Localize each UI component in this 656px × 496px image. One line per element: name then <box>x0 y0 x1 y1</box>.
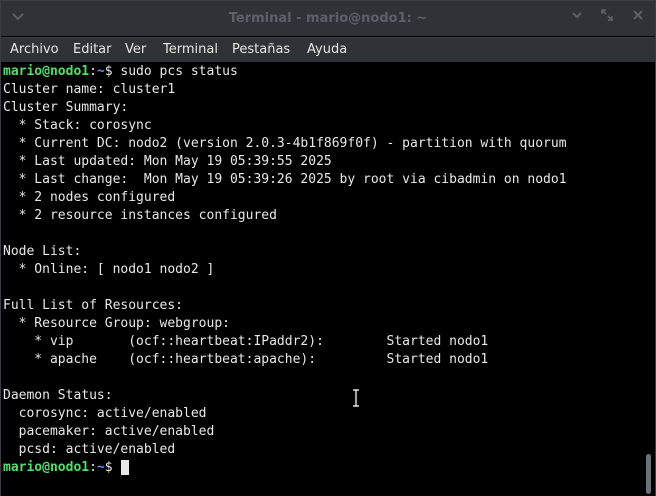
prompt-user-host: mario@nodo1 <box>3 64 90 79</box>
close-icon[interactable] <box>629 9 647 27</box>
output-line: pacemaker: active/enabled <box>3 424 215 439</box>
output-line: * Last updated: Mon May 19 05:39:55 2025 <box>3 154 332 169</box>
command-text: sudo pcs status <box>112 64 238 79</box>
terminal-content[interactable]: mario@nodo1:~$ sudo pcs status Cluster n… <box>1 62 643 496</box>
menu-pestanas[interactable]: Pestañas <box>232 42 290 57</box>
output-line: Cluster Summary: <box>3 100 129 115</box>
output-line: Cluster name: cluster1 <box>3 82 176 97</box>
prompt-user-host: mario@nodo1 <box>3 460 90 475</box>
prompt-separator: : <box>89 460 97 475</box>
output-line: * Last change: Mon May 19 05:39:26 2025 … <box>3 172 567 187</box>
output-line: * Current DC: nodo2 (version 2.0.3-4b1f8… <box>3 136 567 151</box>
window-title: Terminal - mario@nodo1: ~ <box>228 11 428 26</box>
output-line: * apache (ocf::heartbeat:apache): Starte… <box>3 352 489 367</box>
prompt-symbol: $ <box>104 460 113 475</box>
prompt-separator: : <box>89 64 97 79</box>
output-line: Full List of Resources: <box>3 298 184 313</box>
terminal-window: Terminal - mario@nodo1: ~ Archivo Editar… <box>0 0 656 496</box>
scrollbar-thumb[interactable] <box>646 454 651 494</box>
output-line: * Stack: corosync <box>3 118 152 133</box>
output-line: * Resource Group: webgroup: <box>3 316 230 331</box>
prompt-path: ~ <box>96 64 105 79</box>
scrollbar[interactable] <box>643 62 655 496</box>
current-prompt-line[interactable]: mario@nodo1:~$ <box>3 459 130 477</box>
title-bar[interactable]: Terminal - mario@nodo1: ~ <box>1 1 655 36</box>
menu-archivo[interactable]: Archivo <box>10 42 59 57</box>
output-line: corosync: active/enabled <box>3 406 207 421</box>
minimize-icon[interactable] <box>568 9 586 27</box>
menu-editar[interactable]: Editar <box>73 42 112 57</box>
output-line: pcsd: active/enabled <box>3 442 176 457</box>
output-line: * vip (ocf::heartbeat:IPaddr2): Started … <box>3 334 489 349</box>
i-beam-cursor-icon <box>351 388 361 408</box>
output-line: Node List: <box>3 244 82 259</box>
prompt-path: ~ <box>96 460 105 475</box>
menu-ayuda[interactable]: Ayuda <box>307 42 347 57</box>
text-cursor <box>121 460 130 475</box>
command-line: mario@nodo1:~$ sudo pcs status <box>3 63 238 81</box>
output-line: * 2 nodes configured <box>3 190 176 205</box>
output-line: * 2 resource instances configured <box>3 208 277 223</box>
maximize-icon[interactable] <box>598 9 616 27</box>
menu-ver[interactable]: Ver <box>125 42 146 57</box>
output-line: Daemon Status: <box>3 388 113 403</box>
output-line: * Online: [ nodo1 nodo2 ] <box>3 262 215 277</box>
menu-terminal[interactable]: Terminal <box>163 42 218 57</box>
menu-bar: Archivo Editar Ver Terminal Pestañas Ayu… <box>1 37 655 62</box>
prompt-symbol: $ <box>104 64 113 79</box>
